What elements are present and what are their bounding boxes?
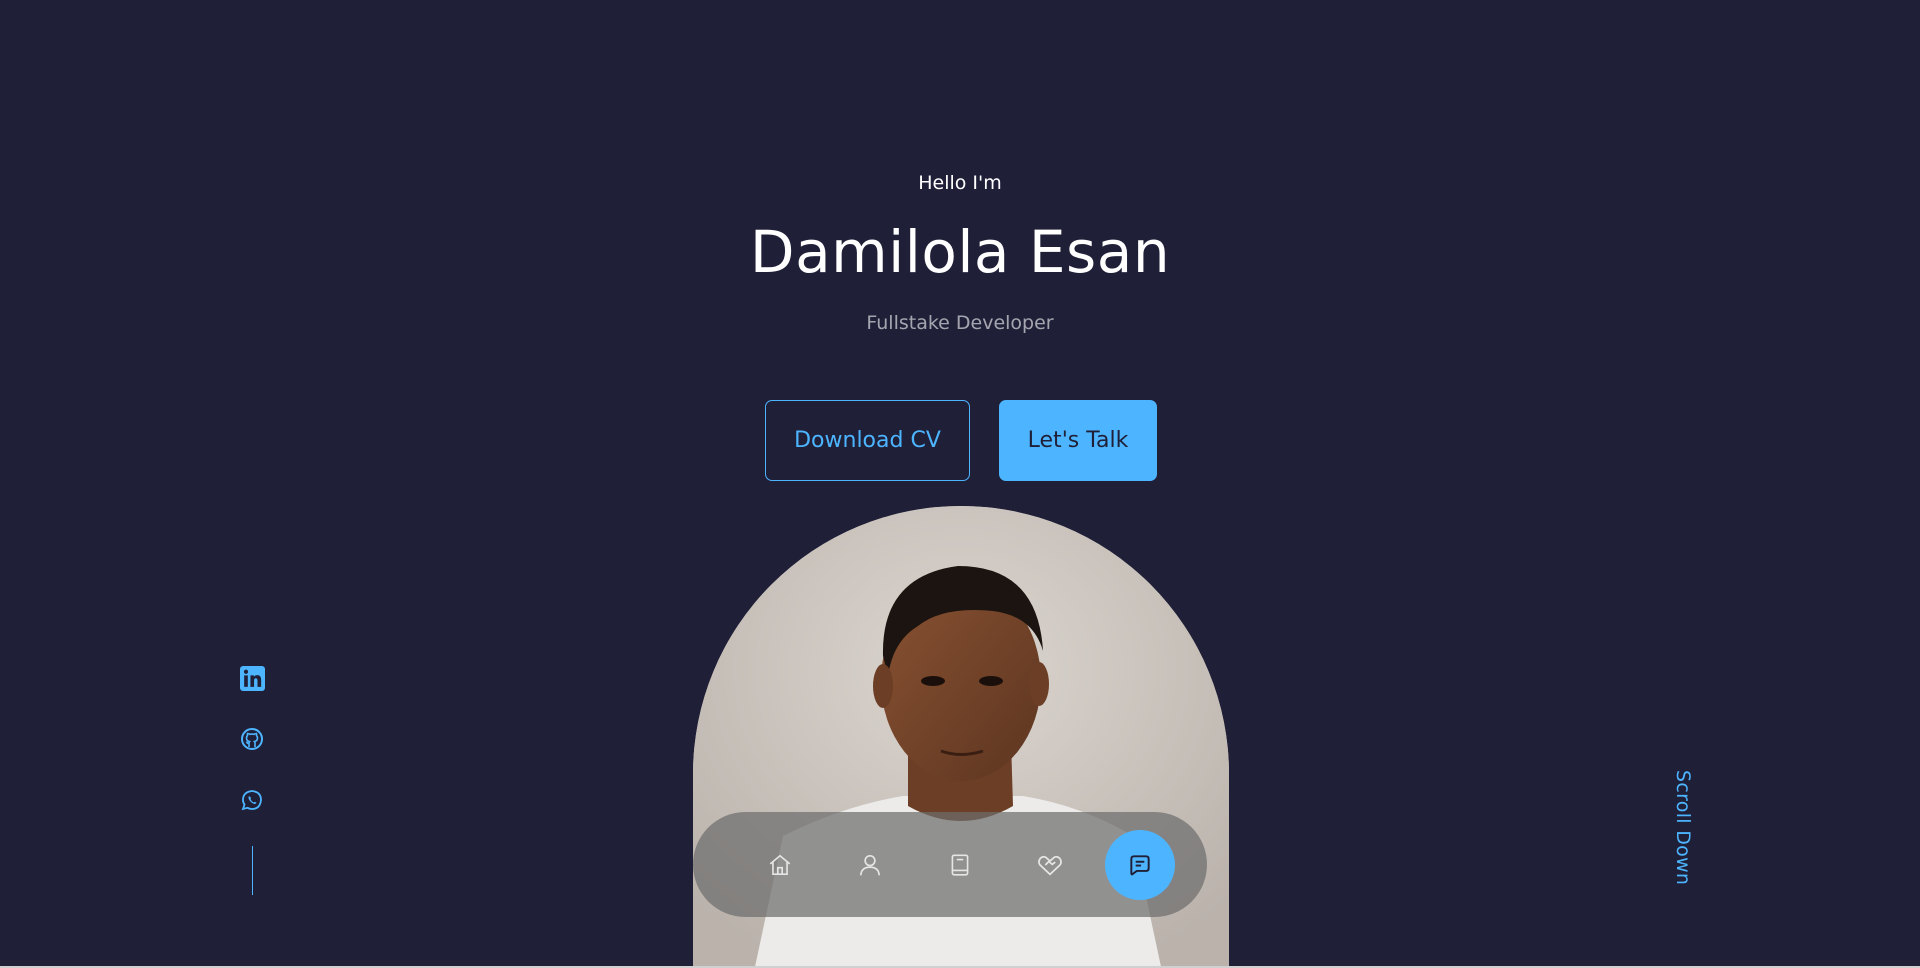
page: Hello I'm Damilola Esan Fullstake Develo… [0,0,1920,968]
linkedin-link[interactable] [238,664,266,692]
handshake-icon [1038,855,1062,876]
message-icon [1130,854,1150,875]
social-links [238,664,266,895]
book-icon [951,853,969,876]
nav-about[interactable] [835,830,905,900]
github-icon [241,728,263,750]
nav-contact[interactable] [1105,829,1175,900]
download-cv-button[interactable]: Download CV [765,400,970,481]
scroll-down-link[interactable]: Scroll Down [1672,770,1694,885]
nav-experience[interactable] [925,830,995,900]
home-icon [769,854,791,875]
nav-home[interactable] [745,830,815,900]
user-icon [859,854,881,875]
nav-services[interactable] [1015,830,1085,900]
github-link[interactable] [238,725,266,753]
whatsapp-link[interactable] [238,786,266,814]
greeting-text: Hello I'm [918,172,1002,194]
linkedin-icon [239,665,265,691]
social-divider-line [251,846,253,895]
whatsapp-icon [241,790,262,811]
lets-talk-button[interactable]: Let's Talk [999,400,1157,481]
hero-role: Fullstake Developer [866,312,1054,334]
bottom-navbar [693,812,1207,917]
hero-name: Damilola Esan [749,218,1171,286]
